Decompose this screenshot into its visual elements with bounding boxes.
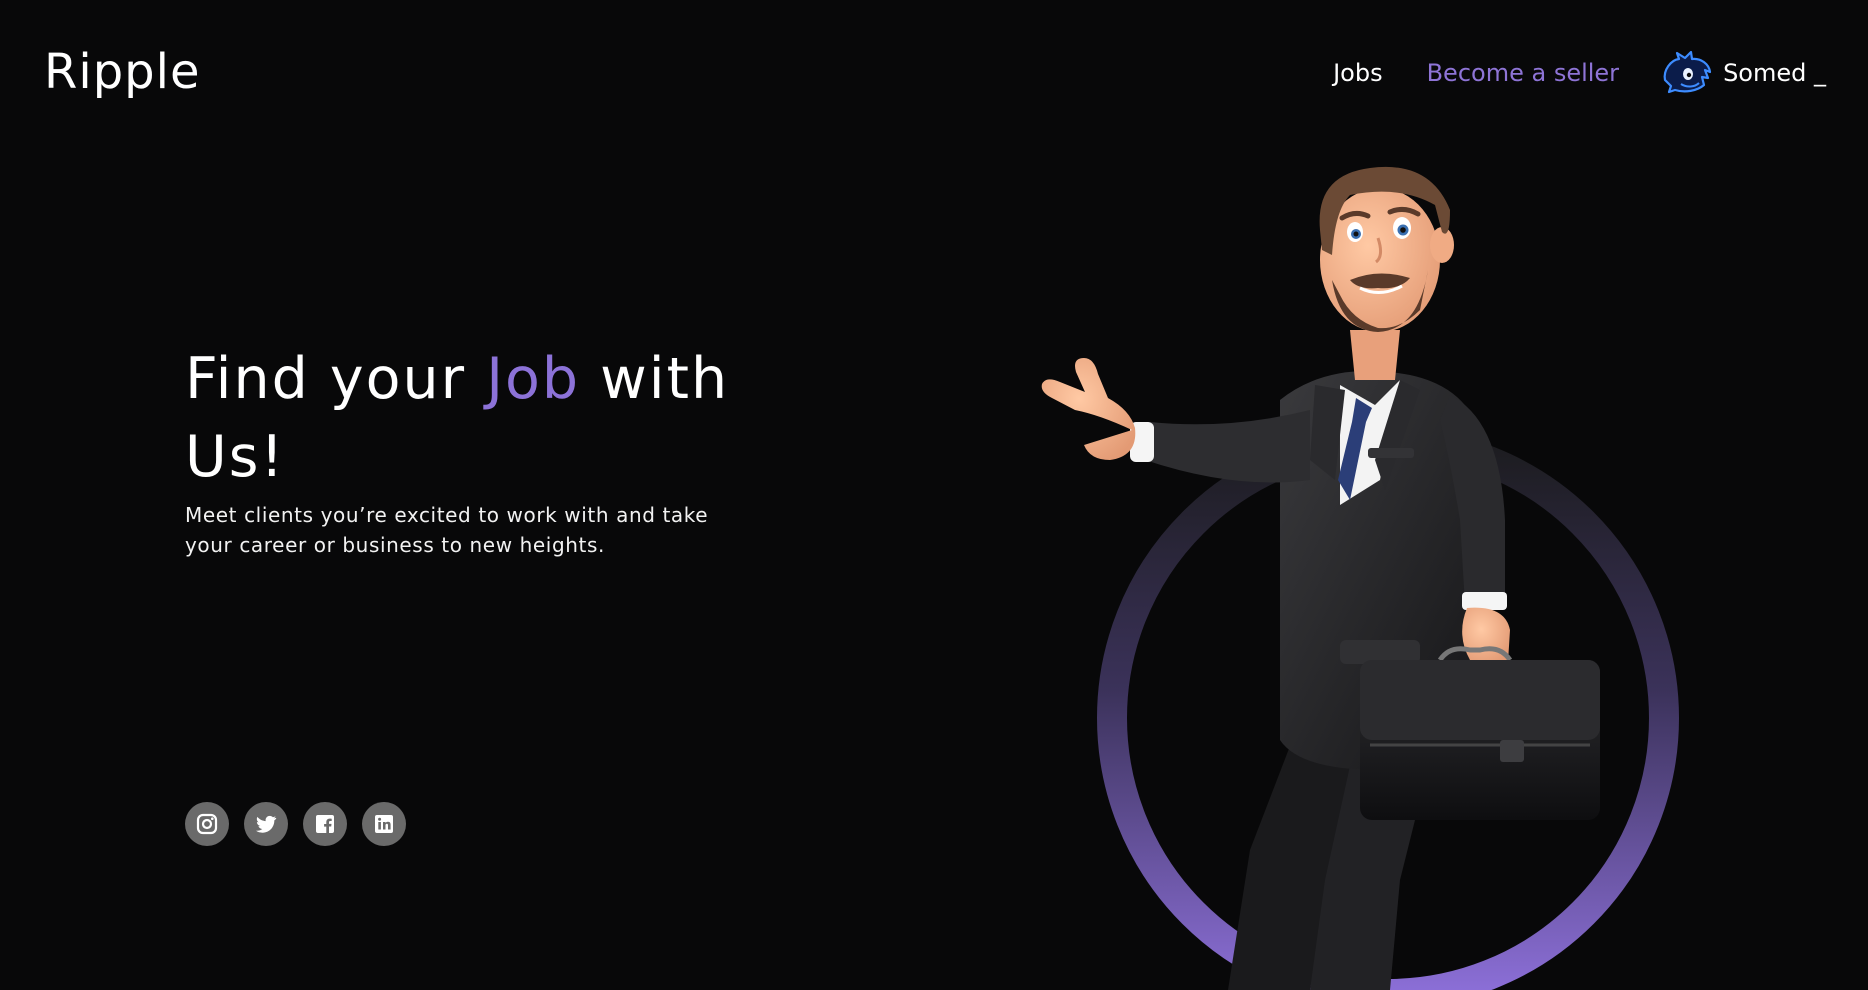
twitter-button[interactable] <box>244 802 288 846</box>
user-menu[interactable]: Somed _ <box>1661 50 1826 96</box>
instagram-button[interactable] <box>185 802 229 846</box>
hero-subtitle: Meet clients you’re excited to work with… <box>185 503 709 557</box>
nav-become-seller-link[interactable]: Become a seller <box>1427 59 1619 87</box>
facebook-icon <box>316 815 334 833</box>
instagram-icon <box>196 813 218 835</box>
landing-page: Ripple Jobs Become a seller Somed _ Find… <box>0 0 1868 990</box>
hero-title-highlight: Job <box>486 346 581 412</box>
twitter-icon <box>256 815 277 833</box>
user-avatar-icon <box>1663 50 1712 94</box>
hero-title-part1: Find your <box>185 346 487 412</box>
linkedin-icon <box>375 815 393 833</box>
social-links <box>185 802 406 846</box>
logo[interactable]: Ripple <box>44 44 201 100</box>
linkedin-button[interactable] <box>362 802 406 846</box>
facebook-button[interactable] <box>303 802 347 846</box>
hero-section: Find your Job with Us! Meet clients you’… <box>185 340 805 560</box>
hero-title: Find your Job with Us! <box>185 340 805 496</box>
user-name: Somed _ <box>1723 59 1826 87</box>
top-nav: Jobs Become a seller Somed _ <box>1333 50 1826 96</box>
nav-jobs-link[interactable]: Jobs <box>1333 59 1383 87</box>
businessman-illustration <box>1041 166 1679 990</box>
